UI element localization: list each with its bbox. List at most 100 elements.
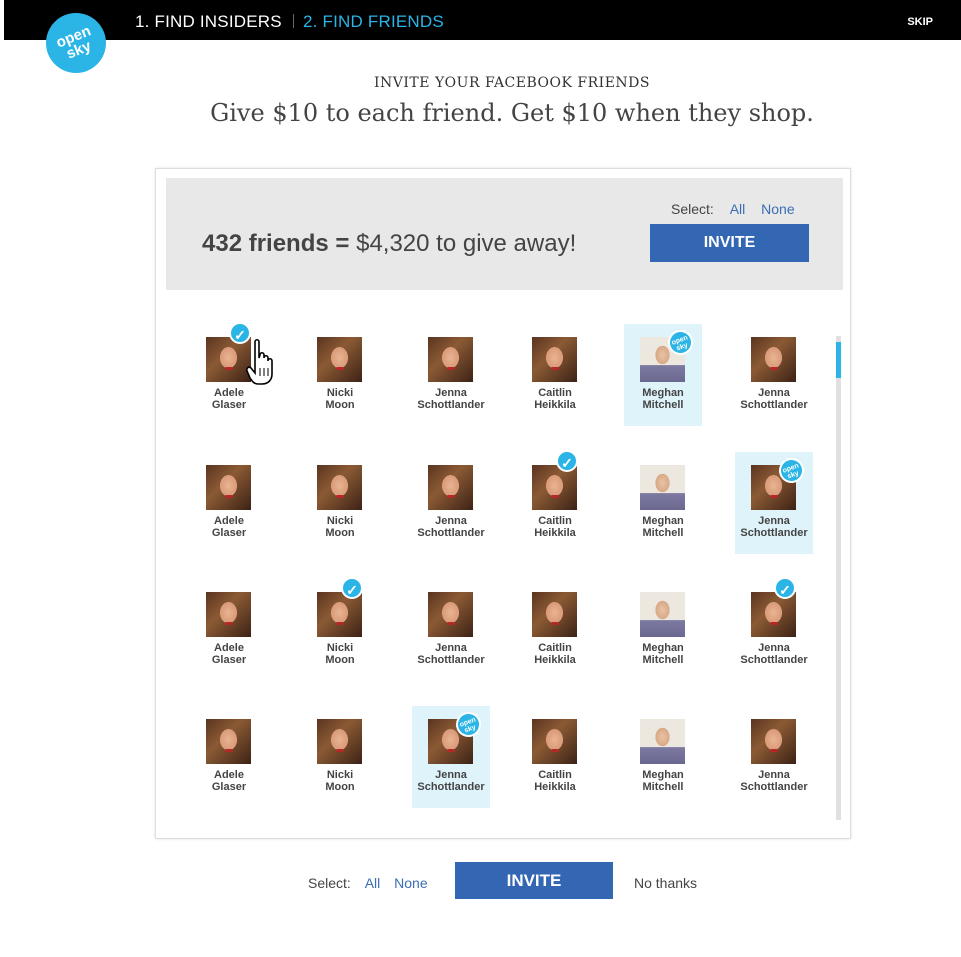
step-find-insiders[interactable]: 1. FIND INSIDERS	[135, 12, 282, 32]
bottom-select-none-link[interactable]: None	[394, 875, 427, 891]
friend-card[interactable]: Adele Glaser	[190, 579, 268, 681]
friend-first-name: Jenna	[758, 387, 790, 399]
friend-avatar	[532, 719, 577, 764]
friend-card[interactable]: Nicki Moon ✓	[301, 577, 379, 681]
avatar-detail	[770, 749, 778, 752]
friend-card[interactable]: Jenna Schottlander ✓	[735, 577, 813, 681]
friend-name: Caitlin Heikkila	[516, 387, 594, 411]
friend-card[interactable]: Jenna Schottlander open sky	[735, 452, 813, 554]
friend-card[interactable]: Adele Glaser	[190, 452, 268, 554]
friend-name: Meghan Mitchell	[624, 515, 702, 539]
bottom-select-all-link[interactable]: All	[365, 875, 381, 891]
avatar-detail	[447, 749, 455, 752]
friend-name: Jenna Schottlander	[735, 642, 813, 666]
friend-last-name: Schottlander	[740, 781, 808, 793]
friend-first-name: Adele	[214, 642, 244, 654]
avatar-detail	[447, 622, 455, 625]
friend-card[interactable]: Jenna Schottlander	[412, 452, 490, 554]
friend-last-name: Moon	[325, 654, 355, 666]
invite-button-bottom[interactable]: INVITE	[455, 862, 613, 899]
avatar-detail	[336, 495, 344, 498]
friend-last-name: Moon	[325, 527, 355, 539]
avatar-detail	[336, 622, 344, 625]
friend-last-name: Moon	[325, 399, 355, 411]
equals-sign: =	[335, 230, 350, 257]
friend-first-name: Nicki	[326, 769, 354, 781]
friend-avatar	[317, 337, 362, 382]
friend-first-name: Jenna	[435, 642, 467, 654]
friend-name: Adele Glaser	[190, 769, 268, 793]
selected-check-icon: ✓	[774, 577, 796, 599]
friend-card[interactable]: Jenna Schottlander	[412, 324, 490, 426]
friend-card[interactable]: Jenna Schottlander	[735, 706, 813, 808]
friend-avatar	[317, 465, 362, 510]
friend-card[interactable]: Adele Glaser	[190, 706, 268, 808]
friend-first-name: Caitlin	[538, 769, 572, 781]
friend-last-name: Schottlander	[417, 399, 485, 411]
scrollbar[interactable]	[836, 336, 841, 820]
friend-name: Jenna Schottlander	[735, 387, 813, 411]
no-thanks-link[interactable]: No thanks	[634, 875, 697, 891]
friend-card[interactable]: Meghan Mitchell	[624, 452, 702, 554]
invite-button-top[interactable]: INVITE	[650, 224, 809, 262]
friend-name: Caitlin Heikkila	[516, 515, 594, 539]
friend-last-name: Glaser	[211, 527, 247, 539]
friend-avatar	[206, 592, 251, 637]
friend-card[interactable]: Meghan Mitchell	[624, 579, 702, 681]
friend-card[interactable]: Nicki Moon	[301, 324, 379, 426]
friend-first-name: Jenna	[435, 515, 467, 527]
friend-avatar	[428, 592, 473, 637]
avatar-detail	[770, 367, 778, 370]
friend-name: Nicki Moon	[301, 642, 379, 666]
friend-name: Adele Glaser	[190, 387, 268, 411]
friend-avatar	[640, 465, 685, 510]
avatar-detail	[551, 749, 559, 752]
friend-first-name: Caitlin	[538, 387, 572, 399]
friend-card[interactable]: Caitlin Heikkila ✓	[516, 450, 594, 554]
friend-card[interactable]: Jenna Schottlander open sky	[412, 706, 490, 808]
friend-card[interactable]: Caitlin Heikkila	[516, 579, 594, 681]
friend-avatar	[532, 592, 577, 637]
friend-avatar	[206, 719, 251, 764]
friend-avatar	[206, 337, 251, 382]
friend-card[interactable]: Caitlin Heikkila	[516, 324, 594, 426]
friend-card[interactable]: Jenna Schottlander	[735, 324, 813, 426]
friend-card[interactable]: Meghan Mitchell	[624, 706, 702, 808]
friend-first-name: Caitlin	[538, 642, 572, 654]
friend-last-name: Schottlander	[740, 527, 808, 539]
step-divider	[293, 14, 294, 28]
friend-card[interactable]: Meghan Mitchell open sky	[624, 324, 702, 426]
friend-card[interactable]: Nicki Moon	[301, 452, 379, 554]
friend-name: Adele Glaser	[190, 515, 268, 539]
friend-name: Jenna Schottlander	[412, 515, 490, 539]
select-none-link[interactable]: None	[761, 201, 794, 217]
friend-name: Jenna Schottlander	[735, 515, 813, 539]
friend-name: Caitlin Heikkila	[516, 642, 594, 666]
friend-first-name: Caitlin	[538, 515, 572, 527]
friend-name: Nicki Moon	[301, 387, 379, 411]
avatar-detail	[225, 749, 233, 752]
friend-last-name: Mitchell	[642, 781, 684, 793]
friend-first-name: Adele	[214, 515, 244, 527]
skip-link[interactable]: SKIP	[907, 16, 933, 28]
friend-first-name: Meghan	[642, 387, 684, 399]
friend-first-name: Meghan	[642, 515, 684, 527]
friend-name: Nicki Moon	[301, 515, 379, 539]
page-headline: Give $10 to each friend. Get $10 when th…	[210, 99, 814, 127]
select-all-link[interactable]: All	[730, 201, 746, 217]
avatar-detail	[225, 367, 233, 370]
friend-name: Jenna Schottlander	[412, 769, 490, 793]
avatar-detail	[551, 622, 559, 625]
page-eyebrow: INVITE YOUR FACEBOOK FRIENDS	[374, 75, 650, 91]
avatar-detail	[225, 622, 233, 625]
friend-first-name: Jenna	[758, 769, 790, 781]
friend-card[interactable]: Caitlin Heikkila	[516, 706, 594, 808]
friend-first-name: Nicki	[326, 387, 354, 399]
friend-last-name: Moon	[325, 781, 355, 793]
friend-card[interactable]: Jenna Schottlander	[412, 579, 490, 681]
scrollbar-thumb[interactable]	[836, 342, 841, 378]
banner-select-row: Select: All None	[671, 201, 795, 217]
step-find-friends[interactable]: 2. FIND FRIENDS	[303, 12, 444, 32]
friend-card[interactable]: Nicki Moon	[301, 706, 379, 808]
avatar-detail	[551, 495, 559, 498]
